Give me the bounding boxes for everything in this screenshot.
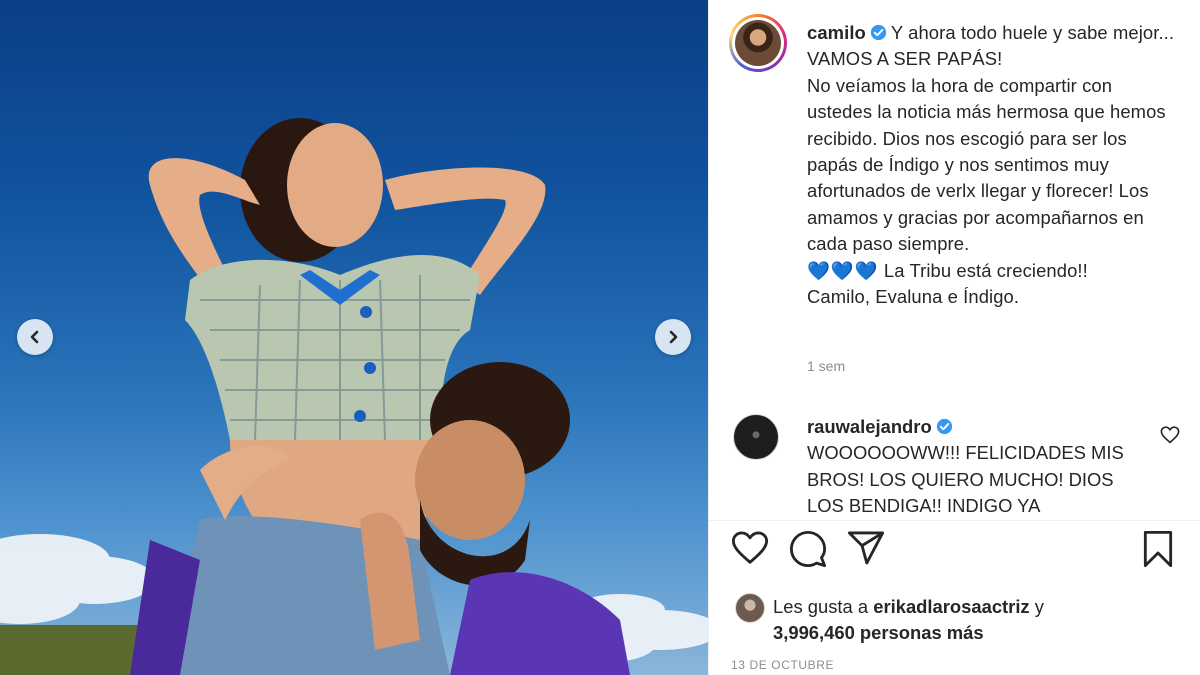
commenter-avatar[interactable] [733, 414, 779, 460]
speech-bubble-icon[interactable] [789, 530, 827, 568]
likes-prefix: Les gusta a [773, 596, 869, 617]
author-username[interactable]: camilo [807, 22, 866, 43]
blue-hearts-emoji: 💙💙💙 [807, 259, 879, 281]
author-avatar-image [735, 20, 781, 66]
heart-outline-icon[interactable] [731, 530, 769, 566]
post-date[interactable]: 13 DE OCTUBRE [731, 658, 834, 672]
liker-username[interactable]: erikadlarosaactriz [873, 596, 1029, 617]
comment-like-heart-icon[interactable] [1160, 426, 1180, 444]
chevron-right-icon [669, 330, 678, 344]
woman-face [287, 123, 383, 247]
caption-body: No veíamos la hora de compartir con uste… [807, 74, 1166, 255]
post-side-panel: camilo Y ahora todo huele y sabe mejor...… [708, 0, 1200, 675]
bookmark-icon[interactable] [1141, 530, 1175, 568]
comment-text: WOOOOOOWW!!! FELICIDADES MIS BROS! LOS Q… [807, 442, 1124, 517]
purple-shirt-right [450, 572, 630, 675]
author-avatar[interactable] [729, 14, 787, 72]
man-face [415, 420, 525, 540]
caption-announcement: VAMOS A SER PAPÁS! [807, 48, 1003, 70]
comment-item: rauwalejandro WOOOOOOWW!!! FELICIDADES M… [807, 414, 1137, 520]
caption-tribe-line: La Tribu está creciendo!! [883, 259, 1088, 281]
verified-badge-icon [936, 418, 952, 435]
caption-first-line: Y ahora todo huele y sabe mejor... [890, 22, 1175, 43]
photo-illustration [0, 118, 708, 675]
action-bar [709, 530, 1200, 574]
previous-photo-button[interactable] [17, 319, 53, 355]
likes-summary: Les gusta a erikadlarosaactriz y 3,996,4… [773, 594, 1044, 646]
next-photo-button[interactable] [655, 319, 691, 355]
post-caption: camilo Y ahora todo huele y sabe mejor...… [807, 20, 1179, 310]
post-time-ago[interactable]: 1 sem [807, 358, 845, 374]
post-photo [0, 0, 708, 675]
paper-plane-icon[interactable] [847, 530, 885, 566]
comments-scroll-area[interactable]: camilo Y ahora todo huele y sabe mejor...… [709, 0, 1200, 520]
likes-count[interactable]: 3,996,460 personas más [773, 622, 984, 643]
chevron-left-icon [30, 330, 39, 344]
verified-badge-icon [870, 24, 887, 41]
commenter-username[interactable]: rauwalejandro [807, 416, 932, 437]
liker-avatar[interactable] [735, 593, 765, 623]
actions-divider [709, 520, 1200, 521]
likes-suffix: y [1034, 596, 1044, 617]
caption-signature: Camilo, Evaluna e Índigo. [807, 286, 1020, 308]
